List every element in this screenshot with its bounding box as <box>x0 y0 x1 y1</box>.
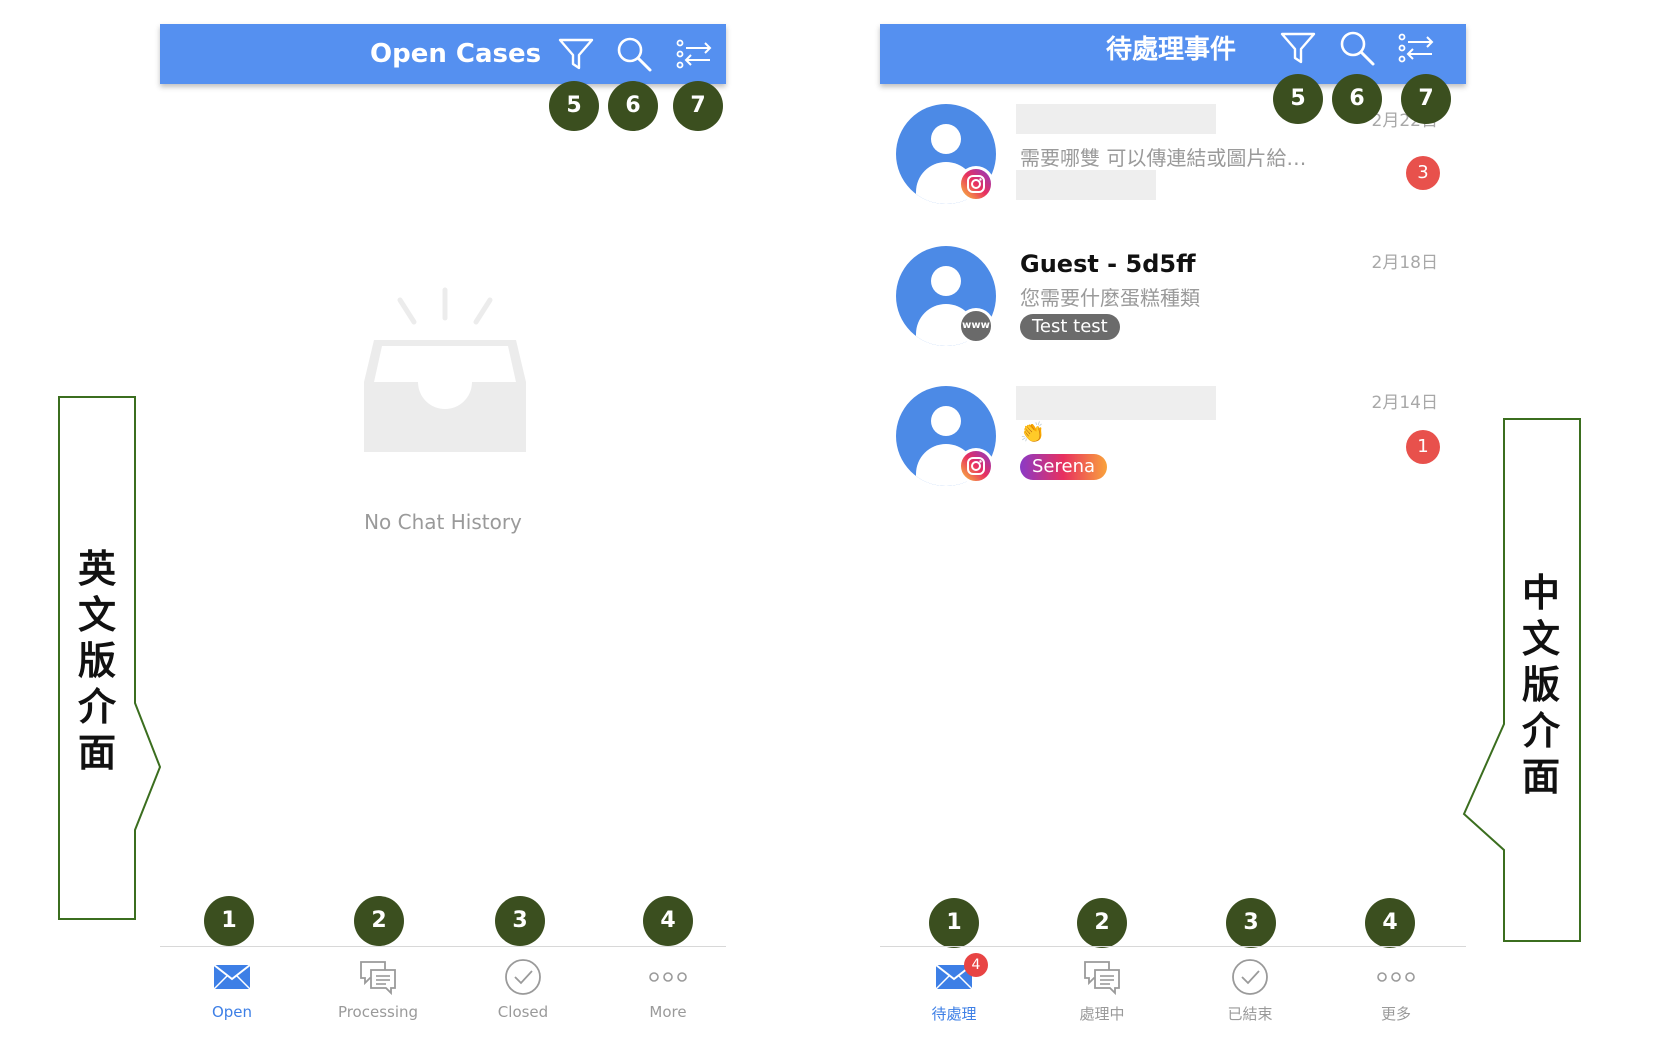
conversation-row[interactable]: www Guest - 5d5ff 您需要什麼蛋糕種類 Test test 2月… <box>880 246 1466 366</box>
contact-tag: Serena <box>1020 454 1108 480</box>
instagram-icon <box>958 448 994 484</box>
conversation-row[interactable]: 👏 Serena 2月14日 1 <box>880 386 1466 506</box>
callout-6: 6 <box>1332 74 1382 124</box>
last-message: 需要哪雙 可以傳連結或圖片給… <box>1020 146 1307 170</box>
tab-label: 處理中 <box>1079 1005 1125 1023</box>
side-label-char: 文 <box>77 593 116 637</box>
empty-inbox-icon <box>360 282 530 452</box>
tab-label: Closed <box>497 1003 549 1021</box>
english-app-panel: Open Cases 5 6 7 No Chat History 1 2 3 4… <box>160 24 726 1024</box>
last-message: 👏 <box>1020 420 1045 444</box>
english-side-label: 英 文 版 介 面 <box>58 396 164 920</box>
page-title: 待處理事件 <box>1106 35 1237 65</box>
callout-7: 7 <box>1401 74 1451 124</box>
chat-bubbles-icon <box>358 957 398 997</box>
check-circle-icon <box>1230 957 1270 997</box>
callout-1: 1 <box>204 896 254 946</box>
sort-settings-icon[interactable] <box>1396 28 1436 68</box>
unread-badge: 1 <box>1406 430 1440 464</box>
tab-open[interactable]: Open <box>172 947 292 1023</box>
tab-more[interactable]: More <box>608 947 728 1023</box>
sort-settings-icon[interactable] <box>674 34 714 74</box>
callout-5: 5 <box>549 81 599 131</box>
side-label-char: 中 <box>1521 571 1560 615</box>
web-channel-icon: www <box>958 308 994 344</box>
side-label-char: 介 <box>1521 709 1560 753</box>
conversation-row[interactable]: 需要哪雙 可以傳連結或圖片給… 2月22日 3 <box>880 104 1466 224</box>
redacted-name <box>1016 104 1216 134</box>
empty-state-label: No Chat History <box>364 510 522 534</box>
tab-processing[interactable]: 處理中 <box>1042 947 1162 1023</box>
last-message: 您需要什麼蛋糕種類 <box>1020 286 1200 310</box>
side-label-char: 版 <box>1521 663 1560 707</box>
tab-label: More <box>649 1003 687 1021</box>
tab-label: 已結束 <box>1227 1005 1273 1023</box>
envelope-icon <box>212 957 252 997</box>
more-dots-icon <box>1376 957 1416 997</box>
contact-tag: Test test <box>1020 314 1120 340</box>
chat-bubbles-icon <box>1082 957 1122 997</box>
filter-icon[interactable] <box>1278 28 1318 68</box>
search-icon[interactable] <box>614 34 654 74</box>
instagram-icon <box>958 166 994 202</box>
tab-pending[interactable]: 4 待處理 <box>894 947 1014 1023</box>
chinese-side-label: 中 文 版 介 面 <box>1460 418 1582 942</box>
side-label-char: 版 <box>77 639 116 683</box>
conversation-date: 2月18日 <box>1371 253 1438 273</box>
tab-more[interactable]: 更多 <box>1336 947 1456 1023</box>
tab-label: 更多 <box>1380 1005 1411 1023</box>
callout-4: 4 <box>1365 898 1415 948</box>
callout-3: 3 <box>495 896 545 946</box>
page-title: Open Cases <box>370 39 542 69</box>
side-label-char: 介 <box>77 685 116 729</box>
tab-closed[interactable]: Closed <box>463 947 583 1023</box>
conversation-date: 2月14日 <box>1371 393 1438 413</box>
callout-6: 6 <box>608 81 658 131</box>
search-icon[interactable] <box>1337 28 1377 68</box>
chinese-app-panel: 待處理事件 需要哪雙 可以傳連結或圖片給… 2月22日 3 www Guest … <box>880 24 1466 1024</box>
unread-badge: 3 <box>1406 156 1440 190</box>
tab-processing[interactable]: Processing <box>318 947 438 1023</box>
callout-2: 2 <box>354 896 404 946</box>
redacted-name <box>1016 386 1216 420</box>
tab-unread-badge: 4 <box>964 953 988 977</box>
side-label-char: 英 <box>77 547 116 591</box>
tab-label: Processing <box>337 1003 419 1021</box>
tab-label: 待處理 <box>931 1005 977 1023</box>
callout-2: 2 <box>1077 898 1127 948</box>
app-header: Open Cases <box>160 24 726 84</box>
more-dots-icon <box>648 957 688 997</box>
tab-label: Open <box>211 1003 253 1021</box>
tab-bar: Open Processing Closed More <box>160 946 726 1023</box>
callout-7: 7 <box>673 81 723 131</box>
callout-5: 5 <box>1273 74 1323 124</box>
filter-icon[interactable] <box>556 34 596 74</box>
side-label-char: 面 <box>1521 755 1560 799</box>
tab-bar: 4 待處理 處理中 已結束 更多 <box>880 946 1466 1023</box>
callout-3: 3 <box>1226 898 1276 948</box>
tab-closed[interactable]: 已結束 <box>1190 947 1310 1023</box>
app-header: 待處理事件 <box>880 24 1466 84</box>
side-label-char: 文 <box>1521 617 1560 661</box>
callout-4: 4 <box>643 896 693 946</box>
side-label-char: 面 <box>77 731 116 775</box>
redacted-tag <box>1016 170 1156 200</box>
contact-name: Guest - 5d5ff <box>1020 250 1196 278</box>
callout-1: 1 <box>929 898 979 948</box>
check-circle-icon <box>503 957 543 997</box>
